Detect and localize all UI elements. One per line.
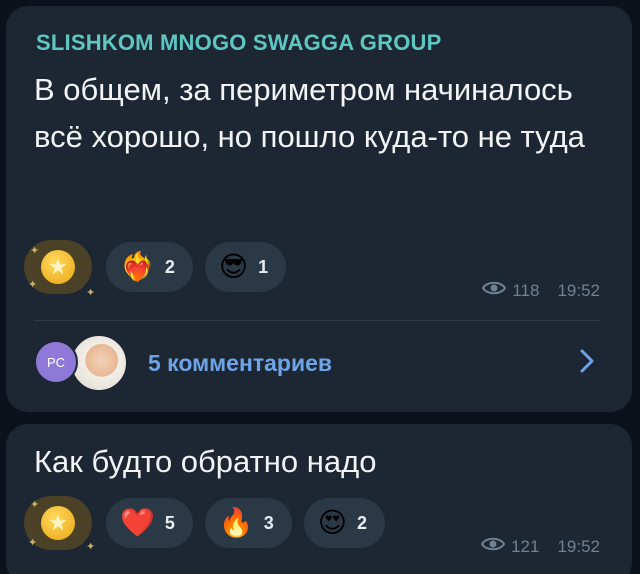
- sparkle-icon: ✦: [28, 279, 38, 291]
- chevron-right-icon: [580, 349, 594, 378]
- post-text: В общем, за периметром начиналось всё хо…: [34, 72, 585, 154]
- reaction-pill[interactable]: ❤️ 5: [106, 498, 193, 548]
- comments-button[interactable]: PC 5 комментариев: [34, 332, 604, 394]
- fire-icon: 🔥: [218, 507, 254, 538]
- post-meta: 118 19:52: [482, 280, 600, 301]
- comments-count-label: 5 комментариев: [148, 349, 333, 376]
- reactions-bar: ✦ ✦ ✦ ★ ❤️ 5 🔥 3 😍 2: [24, 496, 397, 553]
- star-icon: ★: [41, 506, 75, 540]
- sparkle-icon: ✦: [30, 499, 40, 511]
- avatar: [70, 334, 128, 392]
- commenter-avatars: PC: [34, 332, 134, 394]
- sunglasses-face-icon: 😎: [218, 251, 249, 282]
- star-icon: ★: [41, 250, 75, 284]
- reaction-pill[interactable]: ❤️‍🔥 2: [106, 242, 193, 292]
- heart-eyes-face-icon: 😍: [317, 507, 347, 538]
- red-heart-icon: ❤️: [120, 507, 155, 538]
- reaction-count: 2: [356, 512, 367, 533]
- post-text: Как будто обратно надо: [34, 444, 377, 479]
- timestamp: 19:52: [557, 280, 600, 300]
- eye-icon: [482, 280, 507, 301]
- post-meta: 121 19:52: [480, 536, 600, 557]
- heart-on-fire-icon: ❤️‍🔥: [120, 251, 155, 282]
- sparkle-icon: ✦: [86, 287, 96, 299]
- paid-star-reaction-button[interactable]: ✦ ✦ ✦ ★: [24, 496, 96, 553]
- reactions-bar: ✦ ✦ ✦ ★ ❤️‍🔥 2 😎 1: [24, 240, 298, 299]
- eye-icon: [480, 536, 506, 557]
- avatar: PC: [34, 340, 78, 384]
- sparkle-icon: ✦: [86, 541, 96, 553]
- timestamp: 19:52: [557, 536, 600, 556]
- reaction-count: 3: [263, 512, 274, 533]
- divider: [34, 320, 600, 321]
- reaction-count: 2: [164, 256, 175, 277]
- sparkle-icon: ✦: [30, 245, 40, 257]
- view-count: 121: [511, 536, 540, 556]
- channel-author-name[interactable]: SLISHKOM MNOGO SWAGGA GROUP: [36, 30, 441, 56]
- reaction-pill[interactable]: 😎 1: [204, 242, 287, 292]
- reaction-count: 5: [164, 512, 175, 533]
- sparkle-icon: ✦: [28, 537, 38, 549]
- reaction-count: 1: [258, 256, 269, 277]
- view-count: 118: [512, 280, 540, 300]
- paid-star-reaction-button[interactable]: ✦ ✦ ✦ ★: [24, 240, 95, 299]
- reaction-pill[interactable]: 🔥 3: [204, 498, 292, 548]
- reaction-pill[interactable]: 😍 2: [303, 498, 385, 548]
